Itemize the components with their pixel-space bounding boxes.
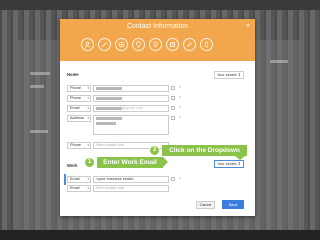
callout-arrow-icon <box>163 157 168 167</box>
step-1-callout: Enter Work Email <box>97 157 163 168</box>
remove-icon[interactable]: × <box>179 94 181 99</box>
tools-icon[interactable] <box>183 38 196 51</box>
chevron-down-icon: ▾ <box>87 86 89 90</box>
redacted-value <box>96 121 116 125</box>
work-visibility-label: Your circles <box>217 162 237 166</box>
background-text <box>30 130 48 133</box>
contact-type-select[interactable]: Phone ▾ <box>67 85 91 92</box>
contact-value-field[interactable] <box>93 85 169 92</box>
home-visibility-dropdown[interactable]: Your circles ⇕ <box>214 71 244 79</box>
work-email-field[interactable]: <your business email> <box>93 176 169 183</box>
email-domain: @gmail.com <box>122 106 144 110</box>
globe-icon[interactable] <box>115 38 128 51</box>
chevron-down-icon: ▾ <box>87 186 89 190</box>
background-text <box>270 60 288 63</box>
contact-type-label: Phone <box>70 86 81 90</box>
work-visibility-dropdown[interactable]: Your circles ⇕ <box>214 160 244 168</box>
contact-type-label: Email <box>70 177 80 181</box>
new-contact-field[interactable]: New contact info <box>93 185 169 192</box>
close-icon[interactable]: × <box>246 23 250 30</box>
contact-value-field[interactable] <box>93 95 169 102</box>
browser-toolbar <box>0 0 320 10</box>
contact-type-label: Phone <box>70 96 81 100</box>
background-text <box>30 85 44 88</box>
remove-icon[interactable]: × <box>179 104 181 109</box>
header-icon-bar <box>81 38 213 51</box>
chevron-updown-icon: ⇕ <box>237 73 241 77</box>
work-section-label: Work <box>67 163 78 168</box>
visibility-toggle[interactable] <box>171 116 175 120</box>
visibility-toggle[interactable] <box>171 86 175 90</box>
visibility-toggle[interactable] <box>171 106 175 110</box>
contact-value-field[interactable]: @gmail.com <box>93 105 169 112</box>
chevron-down-icon: ▾ <box>87 143 89 147</box>
redacted-value <box>96 116 122 120</box>
step-2-badge: 2 <box>149 145 160 156</box>
contact-type-label: Address <box>70 116 84 120</box>
contact-type-label: Email <box>70 186 80 190</box>
bulb-icon[interactable] <box>149 38 162 51</box>
visibility-toggle[interactable] <box>171 96 175 100</box>
remove-icon[interactable]: × <box>179 84 181 89</box>
contact-type-label: Phone <box>70 143 81 147</box>
calendar-icon[interactable] <box>166 38 179 51</box>
contact-information-dialog: Contact Information × Home Your circles … <box>60 19 255 216</box>
contact-type-select[interactable]: Phone ▾ <box>67 142 91 149</box>
redacted-value <box>96 86 122 90</box>
pencil-icon[interactable] <box>98 38 111 51</box>
chevron-down-icon: ▾ <box>87 96 89 100</box>
callout-arrow-icon <box>235 156 245 160</box>
remove-icon[interactable]: × <box>179 114 181 119</box>
contact-type-select[interactable]: Email ▾ <box>67 185 91 192</box>
redacted-value <box>96 106 122 110</box>
person-icon[interactable] <box>81 38 94 51</box>
save-button[interactable]: Save <box>222 200 244 209</box>
visibility-toggle[interactable] <box>171 177 175 181</box>
taskbar <box>0 230 320 240</box>
chevron-down-icon: ▾ <box>87 106 89 110</box>
contact-type-select[interactable]: Email ▾ <box>67 105 91 112</box>
contact-type-label: Email <box>70 106 80 110</box>
chevron-updown-icon: ⇕ <box>237 162 241 166</box>
address-field[interactable] <box>93 115 169 135</box>
cancel-button[interactable]: Cancel <box>196 201 215 209</box>
step-2-callout: Click on the Dropdown <box>162 145 247 156</box>
chevron-down-icon: ▾ <box>87 116 89 120</box>
contact-type-select[interactable]: Email ▾ <box>67 176 91 183</box>
focus-indicator <box>64 174 66 185</box>
contact-type-select[interactable]: Phone ▾ <box>67 95 91 102</box>
home-visibility-label: Your circles <box>217 73 237 77</box>
step-1-badge: 1 <box>84 157 95 168</box>
home-section-label: Home <box>67 72 79 77</box>
location-icon[interactable] <box>132 38 145 51</box>
remove-icon[interactable]: × <box>179 175 181 180</box>
dialog-title: Contact Information <box>126 23 189 30</box>
chevron-down-icon: ▾ <box>87 177 89 181</box>
phone-icon[interactable] <box>200 38 213 51</box>
redacted-value <box>96 96 122 100</box>
dialog-header: Contact Information × <box>60 19 255 61</box>
background-text <box>30 72 50 75</box>
contact-type-select[interactable]: Address ▾ <box>67 115 91 122</box>
